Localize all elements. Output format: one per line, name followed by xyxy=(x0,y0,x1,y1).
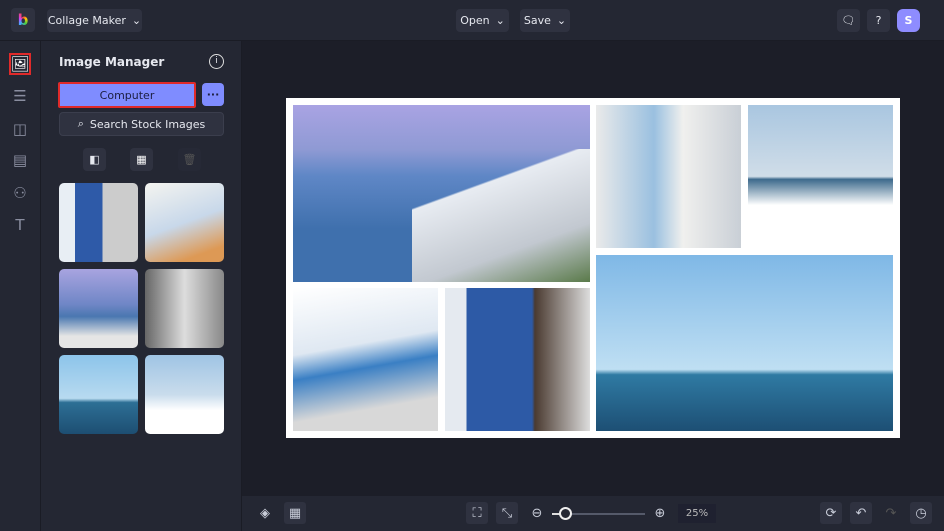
thumbnail-sailor[interactable] xyxy=(59,355,138,434)
grid-icon[interactable]: ▦ xyxy=(284,502,306,524)
avatar[interactable]: S xyxy=(897,9,920,32)
layout-icon[interactable]: ◫ xyxy=(9,118,31,140)
search-stock-images-button[interactable]: ⌕ Search Stock Images xyxy=(59,112,224,136)
text-icon[interactable]: T xyxy=(9,214,31,236)
open-button[interactable]: Open ⌄ xyxy=(456,9,509,32)
photo-sailor[interactable] xyxy=(596,255,893,431)
save-button[interactable]: Save ⌄ xyxy=(520,9,570,32)
grid-view-button[interactable]: ▦ xyxy=(130,148,153,171)
layout-view-button[interactable]: ◧ xyxy=(83,148,106,171)
chevron-down-icon: ⌄ xyxy=(495,14,505,27)
top-bar: b Collage Maker ⌄ Open ⌄ Save ⌄ 🗨 ? S xyxy=(0,0,944,41)
info-icon[interactable]: i xyxy=(209,54,224,69)
photo-cat[interactable] xyxy=(445,288,590,431)
logo[interactable]: b xyxy=(11,8,35,32)
photo-santorini[interactable] xyxy=(293,105,590,282)
photo-church[interactable] xyxy=(748,105,893,248)
layers-icon[interactable]: ◈ xyxy=(254,502,276,524)
app-title: Collage Maker xyxy=(47,14,126,27)
undo-icon[interactable]: ↶ xyxy=(850,502,872,524)
open-label: Open xyxy=(460,14,490,27)
reset-icon[interactable]: ⟳ xyxy=(820,502,842,524)
image-icon[interactable]: 🖼 xyxy=(9,53,31,75)
chevron-down-icon: ⌄ xyxy=(131,14,142,27)
fit-screen-icon[interactable]: ⛶ xyxy=(466,502,488,524)
shrink-icon[interactable]: ⤡ xyxy=(496,502,518,524)
more-options-button[interactable]: ··· xyxy=(202,83,224,106)
shapes-icon[interactable]: ⚇ xyxy=(9,182,31,204)
photo-flowers[interactable] xyxy=(293,288,438,431)
texture-icon[interactable]: ▤ xyxy=(9,149,31,171)
bottom-toolbar: ◈ ▦ ⛶ ⤡ ⊖ ⊕ 25% ⟳ ↶ ↷ ◷ xyxy=(242,496,944,531)
help-icon[interactable]: ? xyxy=(867,9,890,32)
sliders-icon[interactable]: ☰ xyxy=(9,85,31,107)
photo-alley[interactable] xyxy=(596,105,741,248)
zoom-in-icon[interactable]: ⊕ xyxy=(649,502,671,524)
search-icon: ⌕ xyxy=(77,117,84,130)
thumbnail-cat[interactable] xyxy=(59,183,138,262)
comments-icon[interactable]: 🗨 xyxy=(837,9,860,32)
zoom-slider-handle[interactable] xyxy=(559,507,572,520)
thumbnail-alley[interactable] xyxy=(145,183,224,262)
history-icon[interactable]: ◷ xyxy=(910,502,932,524)
computer-upload-button[interactable]: Computer xyxy=(58,82,196,108)
thumbnail-church[interactable] xyxy=(145,355,224,434)
redo-icon[interactable]: ↷ xyxy=(880,502,902,524)
search-label: Search Stock Images xyxy=(89,117,206,131)
zoom-level[interactable]: 25% xyxy=(678,504,716,523)
chevron-down-icon: ⌄ xyxy=(556,14,567,27)
panel-title: Image Manager xyxy=(59,55,165,69)
zoom-out-icon[interactable]: ⊖ xyxy=(526,502,548,524)
image-manager-panel: Image Manager i Computer ··· ⌕ Search Sto… xyxy=(41,41,242,531)
zoom-slider[interactable] xyxy=(552,507,645,520)
collage-canvas[interactable] xyxy=(286,98,900,438)
save-label: Save xyxy=(523,14,551,27)
app-menu-button[interactable]: Collage Maker ⌄ xyxy=(47,9,142,32)
thumbnail-santorini[interactable] xyxy=(59,269,138,348)
tool-rail: 🖼 ☰ ◫ ▤ ⚇ T xyxy=(0,41,41,531)
trash-icon[interactable]: 🗑 xyxy=(178,148,201,171)
logo-mark: b xyxy=(17,11,29,29)
thumbnail-street[interactable] xyxy=(145,269,224,348)
